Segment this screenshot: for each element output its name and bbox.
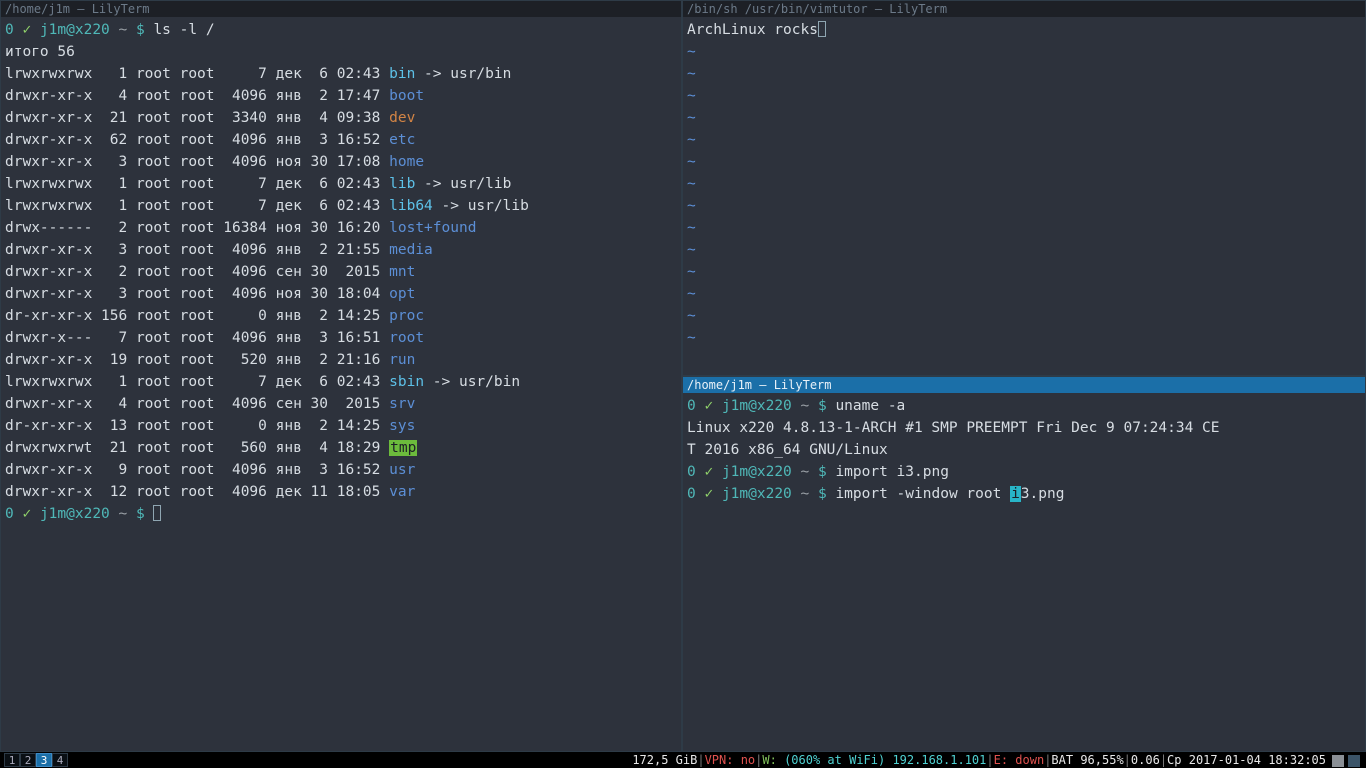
terminal-bottomright[interactable]: /home/j1m – LilyTerm 0 ✓ j1m@x220 ~ $ un… xyxy=(682,376,1366,752)
titlebar-topright: /bin/sh /usr/bin/vimtutor – LilyTerm xyxy=(683,1,1365,17)
status-bar: 1234 172,5 GiB|VPN: no|W: (060% at WiFi)… xyxy=(0,752,1366,768)
workspace-2[interactable]: 2 xyxy=(20,753,36,767)
workspace-4[interactable]: 4 xyxy=(52,753,68,767)
workspace-3[interactable]: 3 xyxy=(36,753,52,767)
tray-icon[interactable] xyxy=(1348,755,1360,767)
workspace-list: 1234 xyxy=(0,753,68,767)
terminal-topright[interactable]: /bin/sh /usr/bin/vimtutor – LilyTerm Arc… xyxy=(682,0,1366,376)
status-text: 172,5 GiB|VPN: no|W: (060% at WiFi) 192.… xyxy=(632,753,1366,767)
tray-icon[interactable] xyxy=(1332,755,1344,767)
workspace-1[interactable]: 1 xyxy=(4,753,20,767)
titlebar-bottomright: /home/j1m – LilyTerm xyxy=(683,377,1365,393)
titlebar-left: /home/j1m – LilyTerm xyxy=(1,1,681,17)
terminal-bottomright-content[interactable]: 0 ✓ j1m@x220 ~ $ uname -a Linux x220 4.8… xyxy=(683,393,1365,507)
terminal-left[interactable]: /home/j1m – LilyTerm 0 ✓ j1m@x220 ~ $ ls… xyxy=(0,0,682,752)
terminal-left-content[interactable]: 0 ✓ j1m@x220 ~ $ ls -l / итого 56 lrwxrw… xyxy=(1,17,681,527)
terminal-topright-content[interactable]: ArchLinux rocks ~ ~ ~ ~ ~ ~ ~ ~ ~ ~ ~ ~ … xyxy=(683,17,1365,351)
